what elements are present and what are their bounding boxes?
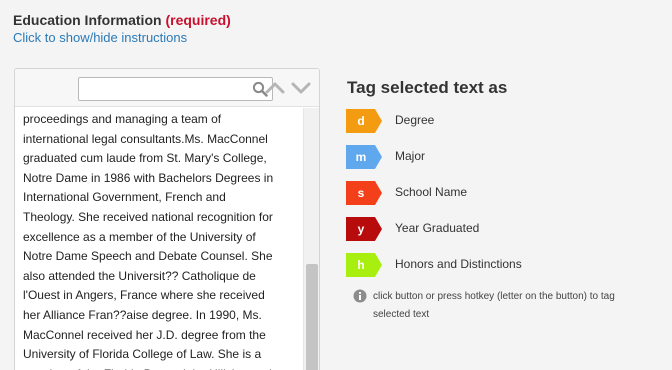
required-label: (required) <box>165 12 231 28</box>
scrollbar-thumb[interactable] <box>306 264 318 370</box>
tag-row-d[interactable]: d Degree <box>346 109 586 133</box>
document-line: proceedings and managing a team of <box>23 112 222 126</box>
search-box <box>78 77 273 101</box>
section-title-text: Education Information <box>13 12 162 28</box>
document-line: member of the Florida Bar and the Hillsb… <box>23 366 276 370</box>
document-line: graduated cum laude from St. Mary's Coll… <box>23 151 267 166</box>
tag-hotkey: y <box>357 222 365 236</box>
tag-hotkey: h <box>357 258 365 272</box>
tag-button-d[interactable]: d <box>346 109 382 133</box>
document-line: also attended the Universit?? Catholique… <box>23 268 256 283</box>
toggle-instructions-link[interactable]: Click to show/hide instructions <box>13 30 187 45</box>
help-text-line-2: selected text <box>373 309 430 320</box>
section-title: Education Information (required) <box>13 12 231 28</box>
document-text[interactable]: proceedings and managing a team of intern… <box>15 108 303 370</box>
document-line: l'Ouest in Angers, France where she rece… <box>23 288 265 303</box>
tag-label: Honors and Distinctions <box>395 257 522 271</box>
document-line: University of Florida College of Law. Sh… <box>23 347 262 362</box>
document-line: her Alliance Fran??aise degree. In 1990,… <box>23 308 262 322</box>
tag-hotkey: d <box>357 114 365 128</box>
document-line: international legal consultants.Ms. MacC… <box>23 131 268 146</box>
chevron-up-icon[interactable] <box>264 81 286 95</box>
tag-button-y[interactable]: y <box>346 217 382 241</box>
document-line: International Government, French and <box>23 190 226 205</box>
document-toolbar <box>15 69 319 107</box>
tag-row-y[interactable]: y Year Graduated <box>346 217 586 241</box>
document-scrollbar[interactable] <box>303 108 319 370</box>
tag-label: Year Graduated <box>395 221 480 235</box>
tag-button-h[interactable]: h <box>346 253 382 277</box>
chevron-down-icon[interactable] <box>290 81 312 95</box>
tag-button-s[interactable]: s <box>346 181 382 205</box>
tag-label: Degree <box>395 113 435 127</box>
document-line: Notre Dame in 1986 with Bachelors Degree… <box>23 170 274 185</box>
tag-row-h[interactable]: h Honors and Distinctions <box>346 253 586 277</box>
tag-hotkey: m <box>355 150 367 164</box>
tag-label: School Name <box>395 185 468 199</box>
tag-hotkey: s <box>357 186 365 200</box>
document-line: Theology. She received national recognit… <box>23 210 273 224</box>
tag-button-m[interactable]: m <box>346 145 382 169</box>
document-line: excellence as a member of the University… <box>23 229 256 244</box>
document-panel: proceedings and managing a team of intern… <box>14 68 320 370</box>
tag-row-m[interactable]: m Major <box>346 145 586 169</box>
help-text-line-1: click button or press hotkey (letter on … <box>373 291 615 302</box>
tag-heading: Tag selected text as <box>347 78 508 97</box>
tag-label: Major <box>395 149 426 163</box>
document-line: Notre Dame Speech and Debate Counsel. Sh… <box>23 249 273 264</box>
search-input[interactable] <box>79 78 249 100</box>
info-icon <box>353 289 367 303</box>
tag-row-s[interactable]: s School Name <box>346 181 586 205</box>
document-line: MacConnel received her J.D. degree from … <box>23 327 266 342</box>
